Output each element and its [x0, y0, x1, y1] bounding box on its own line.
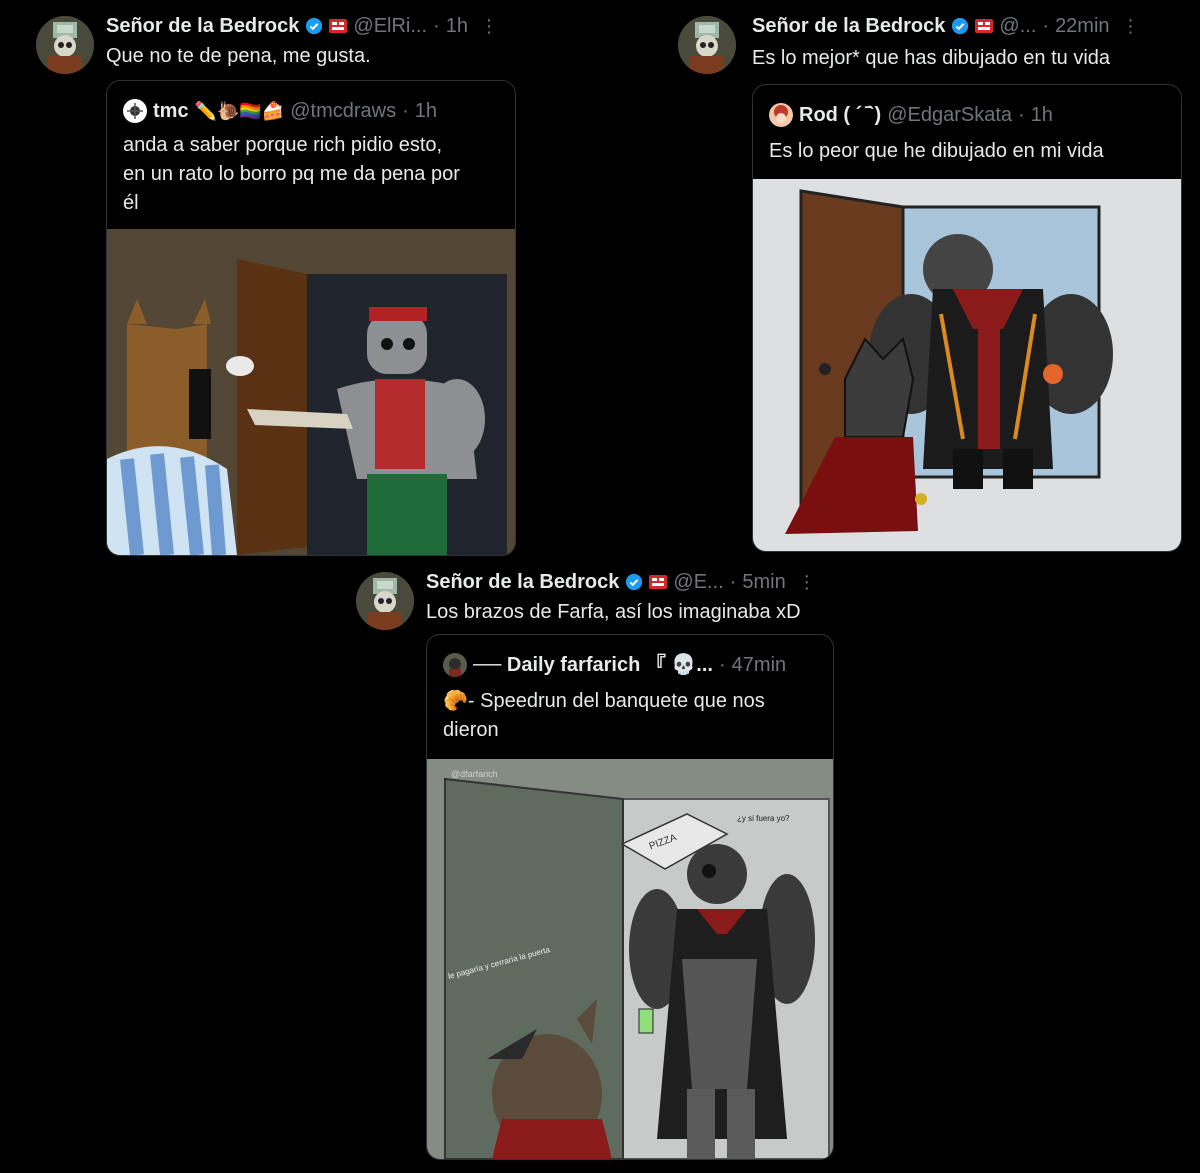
quoted-tweet[interactable]: Rod ( ´ ̄`) @EdgarSkata · 1h Es lo peor … — [752, 84, 1182, 552]
timestamp[interactable]: 5min — [742, 570, 785, 594]
author-avatar[interactable] — [678, 16, 736, 74]
verified-badge-icon — [952, 17, 969, 35]
quote-image[interactable] — [753, 179, 1181, 551]
separator-dot: · — [718, 654, 726, 676]
verified-badge-icon — [306, 17, 323, 35]
quote-text-line: Es lo peor que he dibujado en mi vida — [769, 140, 1104, 162]
author-name[interactable]: Señor de la Bedrock — [106, 14, 299, 38]
separator-dot: · — [433, 15, 440, 37]
quote-text-line: en un rato lo borro pq me da pena por — [123, 163, 460, 185]
separator-dot: · — [402, 100, 409, 122]
timestamp[interactable]: 1h — [446, 14, 468, 38]
quote-text-line: él — [123, 192, 139, 214]
quote-author-emojis: ✏️🐌🏳️‍🌈🍰 — [194, 101, 285, 121]
quote-text: Es lo peor que he dibujado en mi vida — [769, 137, 1169, 166]
tweet-text: Que no te de pena, me gusta. — [106, 45, 371, 67]
author-name[interactable]: Señor de la Bedrock — [752, 14, 945, 38]
verified-badge-icon — [626, 573, 643, 591]
quote-author-avatar[interactable] — [443, 653, 467, 677]
quote-text: anda a saber porque rich pidio esto, en … — [123, 131, 503, 218]
more-icon[interactable]: ⋮ — [480, 14, 498, 38]
quote-image[interactable] — [107, 229, 515, 555]
quote-author-avatar[interactable] — [769, 103, 793, 127]
drawing-speech-text: ¿y si fuera yo? — [737, 814, 790, 823]
affiliate-badge-icon — [329, 19, 348, 33]
quote-image[interactable]: @dfarfarich PIZZA ¿y si fuera yo? le pag… — [427, 759, 833, 1159]
more-icon[interactable]: ⋮ — [798, 570, 816, 594]
tweet-text: Los brazos de Farfa, así los imaginaba x… — [426, 601, 801, 623]
quote-author-name[interactable]: ── Daily farfarich 『 💀... — [473, 653, 713, 677]
affiliate-badge-icon — [975, 19, 994, 33]
tweet-text: Es lo mejor* que has dibujado en tu vida — [752, 47, 1111, 69]
quote-timestamp[interactable]: 1h — [1031, 103, 1053, 127]
quote-author-handle[interactable]: @tmcdraws — [290, 99, 396, 123]
separator-dot: · — [1042, 15, 1050, 37]
quote-text: 🥐- Speedrun del banquete que nos dieron — [443, 687, 823, 745]
author-name[interactable]: Señor de la Bedrock — [426, 570, 619, 594]
timestamp[interactable]: 22min — [1055, 14, 1109, 38]
separator-dot: · — [729, 571, 737, 593]
drawing-watermark: @dfarfarich — [451, 769, 498, 779]
author-handle[interactable]: @... — [999, 14, 1036, 38]
quote-timestamp[interactable]: 1h — [415, 99, 437, 123]
author-handle[interactable]: @ElRi... — [353, 14, 427, 38]
quote-author-name[interactable]: Rod ( ´ ̄`) — [799, 103, 881, 127]
quoted-tweet[interactable]: ── Daily farfarich 『 💀... · 47min 🥐- Spe… — [426, 634, 834, 1160]
quote-author-name[interactable]: tmc — [153, 99, 189, 123]
affiliate-badge-icon — [649, 575, 668, 589]
quote-text-line: 🥐- Speedrun del banquete que nos — [443, 690, 765, 712]
quote-author-handle[interactable]: @EdgarSkata — [887, 103, 1012, 127]
separator-dot: · — [1018, 104, 1025, 126]
author-avatar[interactable] — [36, 16, 94, 74]
author-handle[interactable]: @E... — [673, 570, 723, 594]
quote-timestamp[interactable]: 47min — [732, 653, 786, 677]
quote-author-avatar[interactable] — [123, 99, 147, 123]
quote-text-line: anda a saber porque rich pidio esto, — [123, 134, 443, 156]
quoted-tweet[interactable]: tmc ✏️🐌🏳️‍🌈🍰 @tmcdraws · 1h anda a saber… — [106, 80, 516, 556]
more-icon[interactable]: ⋮ — [1122, 14, 1140, 38]
quote-text-line: dieron — [443, 719, 499, 741]
author-avatar[interactable] — [356, 572, 414, 630]
